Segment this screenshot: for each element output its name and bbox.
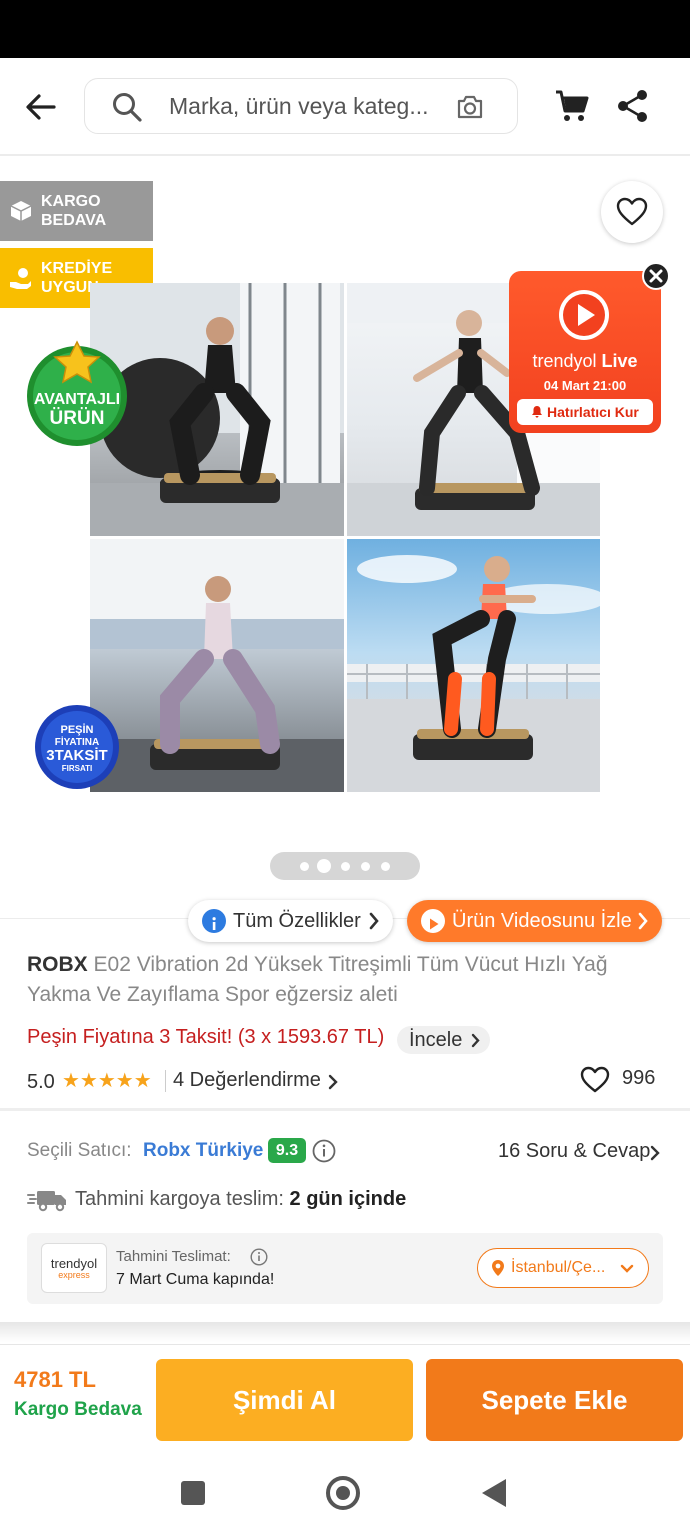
express-delivery-box: trendyol express Tahmini Teslimat: 7 Mar… <box>27 1233 663 1304</box>
pagination-dot-active[interactable] <box>317 859 331 873</box>
search-placeholder: Marka, ürün veya kateg... <box>169 93 429 119</box>
price: 4781 TL <box>14 1367 96 1392</box>
hand-coin-icon <box>10 268 31 289</box>
installment-offer: Peşin Fiyatına 3 Taksit! (3 x 1593.67 TL… <box>27 1026 385 1048</box>
inspect-button[interactable]: İncele <box>397 1026 491 1054</box>
reviews-link[interactable]: 4 Değerlendirme <box>173 1069 321 1092</box>
live-card[interactable]: trendyol Live 04 Mart 21:00 Hatırlatıcı … <box>509 271 661 433</box>
chevron-right-icon <box>472 1033 480 1048</box>
product-photo-4 <box>347 539 600 792</box>
system-nav-bar <box>0 1454 690 1534</box>
chevron-right-icon <box>369 912 379 930</box>
pagination-dot[interactable] <box>341 862 350 871</box>
product-title: ROBX E02 Vibration 2d Yüksek Titreşimli … <box>27 950 667 1010</box>
advantage-sticker-line1: AVANTAJLI <box>34 391 120 408</box>
installment-sticker-line1: PEŞİN <box>60 723 93 736</box>
add-to-cart-button[interactable]: Sepete Ekle <box>426 1359 683 1441</box>
pagination-dot[interactable] <box>361 862 370 871</box>
rating-value: 5.0 <box>27 1071 55 1093</box>
pagination-dot[interactable] <box>300 862 309 871</box>
bell-icon <box>532 406 543 418</box>
heart-icon <box>616 197 648 226</box>
system-back-button[interactable] <box>482 1479 506 1507</box>
installment-sticker: PEŞİN FİYATINA 3TAKSİT FIRSATI <box>34 704 120 790</box>
advantage-sticker-line2: ÜRÜN <box>50 408 105 429</box>
box-icon <box>10 201 32 221</box>
play-icon <box>559 290 609 340</box>
play-icon <box>421 909 445 933</box>
close-icon <box>649 269 663 283</box>
trendyol-express-logo: trendyol express <box>41 1243 107 1293</box>
info-icon[interactable] <box>312 1139 336 1163</box>
search-input[interactable]: Marka, ürün veya kateg... <box>84 78 518 134</box>
product-photo-3 <box>90 539 344 792</box>
location-pin-icon <box>492 1260 504 1276</box>
chevron-right-icon <box>650 1145 660 1161</box>
favorite-count: 996 <box>622 1067 656 1089</box>
free-shipping-badge: KARGO BEDAVA <box>0 181 153 241</box>
installment-sticker-line3: 3TAKSİT <box>46 747 107 764</box>
info-icon[interactable] <box>250 1248 268 1266</box>
delivery-estimate: Tahmini kargoya teslim: 2 gün içinde <box>75 1188 407 1210</box>
product-name: E02 Vibration 2d Yüksek Titreşimli Tüm V… <box>27 953 608 1006</box>
top-bar: Marka, ürün veya kateg... <box>0 58 690 156</box>
questions-answers-link[interactable]: 16 Soru & Cevap <box>498 1140 650 1163</box>
heart-icon[interactable] <box>580 1066 610 1094</box>
live-brand: trendyol Live <box>532 351 638 371</box>
favorite-button[interactable] <box>601 181 663 243</box>
chevron-down-icon <box>620 1264 634 1273</box>
seller-score-badge: 9.3 <box>268 1138 306 1163</box>
installment-sticker-line4: FIRSATI <box>62 764 93 773</box>
camera-icon[interactable] <box>455 93 485 121</box>
rating-stars: ★★★★★ <box>62 1070 152 1092</box>
info-icon <box>202 909 226 933</box>
all-features-button[interactable]: Tüm Özellikler <box>188 900 393 942</box>
back-button[interactable] <box>22 88 60 126</box>
pagination-dot[interactable] <box>381 862 390 871</box>
set-reminder-button[interactable]: Hatırlatıcı Kur <box>517 399 653 425</box>
product-brand[interactable]: ROBX <box>27 953 88 976</box>
section-divider <box>0 1108 690 1111</box>
cart-icon[interactable] <box>554 88 590 124</box>
estimated-delivery-label: Tahmini Teslimat: <box>116 1248 231 1265</box>
divider <box>165 1070 166 1092</box>
estimated-delivery-date: 7 Mart Cuma kapında! <box>116 1271 275 1288</box>
product-gallery[interactable]: KARGO BEDAVA KREDİYE UYGUN AVANTAJLI ÜRÜ… <box>0 158 690 898</box>
buy-now-button[interactable]: Şimdi Al <box>156 1359 413 1441</box>
purchase-bar: 4781 TL Kargo Bedava Şimdi Al Sepete Ekl… <box>0 1344 690 1454</box>
live-date: 04 Mart 21:00 <box>543 378 627 393</box>
recents-button[interactable] <box>181 1481 205 1505</box>
status-bar <box>0 0 690 58</box>
seller-label: Seçili Satıcı: <box>27 1140 132 1161</box>
watch-video-button[interactable]: Ürün Videosunu İzle <box>407 900 662 942</box>
gallery-pagination <box>270 852 420 880</box>
home-button[interactable] <box>326 1476 360 1510</box>
advantage-product-sticker: AVANTAJLI ÜRÜN <box>22 338 132 448</box>
share-icon[interactable] <box>616 88 650 124</box>
seller-name-link[interactable]: Robx Türkiye <box>143 1140 263 1162</box>
chevron-right-icon <box>638 912 648 930</box>
search-icon <box>113 93 142 122</box>
free-shipping-label: Kargo Bedava <box>14 1399 142 1420</box>
section-divider <box>0 1322 690 1342</box>
arrow-left-icon <box>26 94 56 120</box>
close-live-button[interactable] <box>642 262 670 290</box>
location-select[interactable]: İstanbul/Çe... <box>477 1248 649 1288</box>
chevron-right-icon <box>328 1074 338 1090</box>
truck-icon <box>27 1191 66 1212</box>
